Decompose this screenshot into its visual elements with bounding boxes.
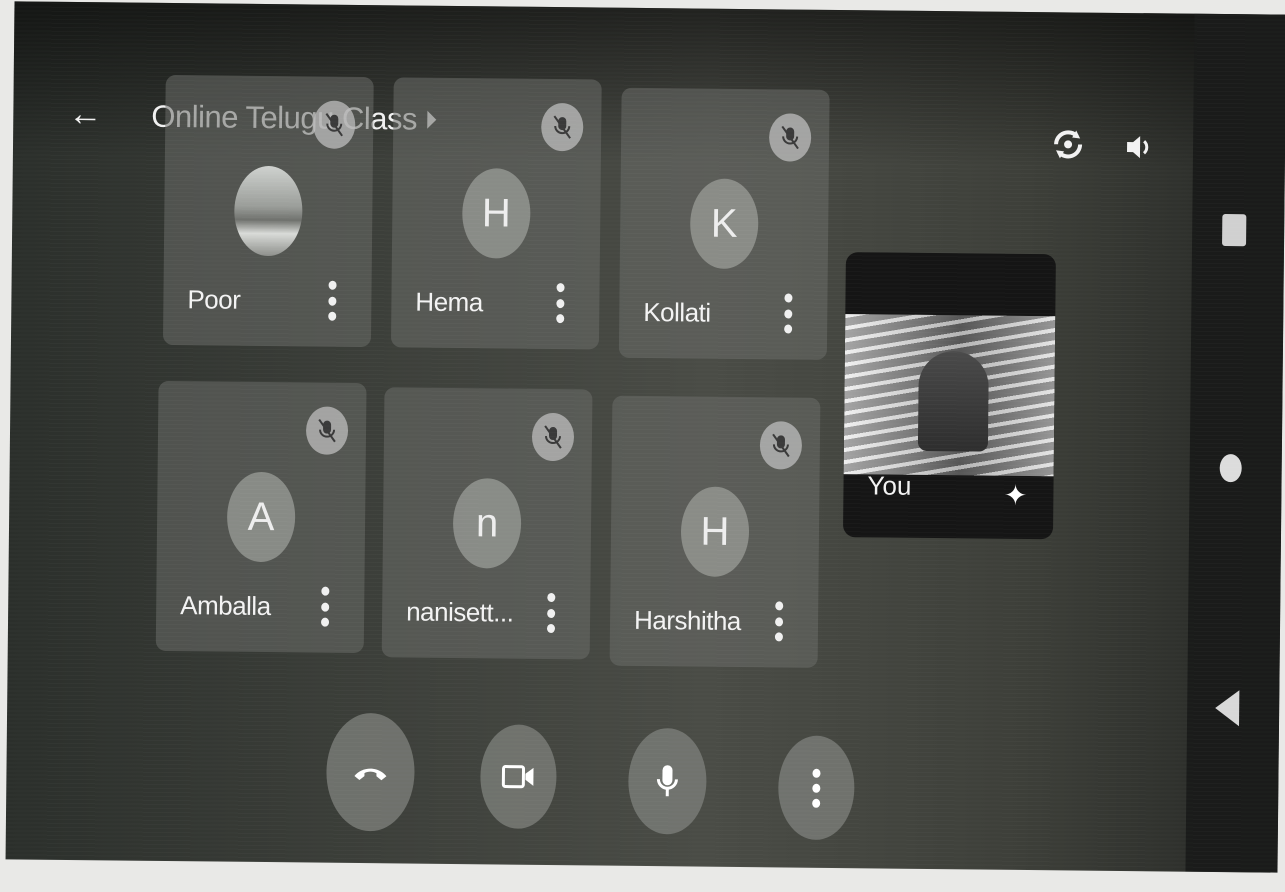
back-arrow-icon[interactable]: ← xyxy=(65,94,105,134)
participant-more-icon[interactable] xyxy=(774,601,784,642)
mic-off-icon xyxy=(531,412,575,462)
participant-more-icon[interactable] xyxy=(546,592,556,634)
square-icon[interactable] xyxy=(1222,214,1247,247)
participant-name: Kollati xyxy=(643,296,711,328)
mic-off-icon xyxy=(759,421,803,470)
participant-name: Harshitha xyxy=(633,604,742,637)
sparkle-icon[interactable]: ✦ xyxy=(995,476,1035,516)
participant-name: nanisett... xyxy=(406,596,514,628)
participant-tile[interactable]: Poor xyxy=(162,74,374,348)
participant-avatar xyxy=(233,165,303,257)
mic-off-icon xyxy=(768,113,812,162)
participant-name: Poor xyxy=(187,284,241,315)
meeting-screen: ← Online Telugu Class PoorHHemaKKollatiA… xyxy=(5,1,1285,873)
system-nav-bar xyxy=(1185,13,1285,873)
participant-tile[interactable]: H Hema xyxy=(390,77,602,350)
triangle-back-icon[interactable] xyxy=(1215,689,1240,727)
more-options-button[interactable] xyxy=(777,735,855,841)
circle-icon[interactable] xyxy=(1219,454,1242,483)
hang-up-icon xyxy=(354,768,387,781)
participant-avatar: K xyxy=(689,178,759,270)
participant-tile[interactable]: n nanisett... xyxy=(381,387,593,660)
self-label: You xyxy=(867,470,912,501)
participant-more-icon[interactable] xyxy=(327,280,337,321)
end-call-button[interactable] xyxy=(325,712,416,832)
mic-off-icon xyxy=(313,100,356,149)
participant-tile[interactable]: H Harshitha xyxy=(609,395,821,668)
participant-more-icon[interactable] xyxy=(555,283,565,324)
participant-tile[interactable]: K Kollati xyxy=(618,87,830,360)
mic-off-icon xyxy=(305,406,349,455)
mic-off-icon xyxy=(540,102,584,152)
participant-avatar: H xyxy=(680,486,750,578)
participant-name: Amballa xyxy=(180,590,271,622)
mic-toggle-button[interactable] xyxy=(627,727,707,835)
more-vertical-icon xyxy=(812,768,821,808)
participant-avatar: A xyxy=(226,471,296,563)
participant-more-icon[interactable] xyxy=(783,293,793,334)
self-person-silhouette xyxy=(917,350,989,452)
switch-camera-icon[interactable] xyxy=(1048,124,1088,164)
microphone-icon xyxy=(656,765,678,797)
self-view-tile[interactable]: You ✦ xyxy=(842,252,1056,540)
speaker-icon[interactable] xyxy=(1121,129,1157,165)
video-camera-icon xyxy=(501,765,534,789)
camera-toggle-button[interactable] xyxy=(479,724,557,830)
participant-avatar: n xyxy=(452,477,522,569)
participant-tile[interactable]: A Amballa xyxy=(155,380,367,654)
participant-name: Hema xyxy=(415,286,483,318)
participant-avatar: H xyxy=(461,168,531,259)
participant-more-icon[interactable] xyxy=(320,586,330,627)
